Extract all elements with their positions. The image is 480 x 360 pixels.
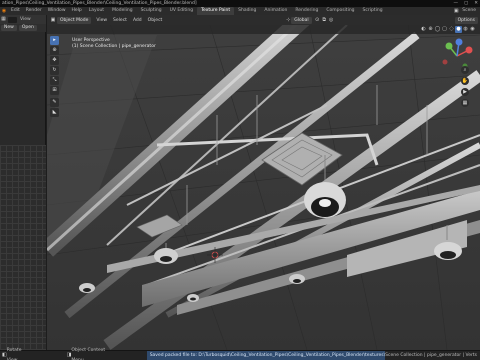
menu-window[interactable]: Window (45, 7, 69, 15)
select-menu[interactable]: Select (110, 16, 130, 25)
tab-shading[interactable]: Shading (234, 7, 260, 15)
workspace-tab-bar: ◉ Edit Render Window Help Layout Modelin… (0, 7, 480, 15)
options-dropdown[interactable]: Options (454, 16, 479, 24)
overlay-toggle-icon[interactable]: ◯ (434, 26, 441, 33)
navigation-gizmo[interactable] (437, 36, 477, 76)
navigation-buttons: ⌕ ✋ ▶ ▦ (461, 66, 469, 110)
scene-selector[interactable]: Scene (459, 7, 480, 15)
image-editor-toolbar: New Open (0, 24, 46, 32)
rotate-tool[interactable]: ↻ (50, 66, 59, 75)
menu-render[interactable]: Render (23, 7, 45, 15)
tab-layout[interactable]: Layout (85, 7, 108, 15)
viewport-scene (47, 15, 480, 350)
transform-tool[interactable]: ⊞ (50, 86, 59, 95)
minimize-button[interactable]: — (453, 0, 458, 7)
tab-uv-editing[interactable]: UV Editing (166, 7, 197, 15)
camera-view-icon[interactable]: ▶ (461, 88, 469, 96)
add-menu[interactable]: Add (130, 16, 145, 25)
status-left-hint: Rotate View (6, 347, 22, 360)
object-menu[interactable]: Object (145, 16, 166, 25)
cursor-tool[interactable]: ⊕ (50, 46, 59, 55)
tab-compositing[interactable]: Compositing (322, 7, 358, 15)
new-image-button[interactable]: New (1, 25, 17, 31)
window-titlebar: ation_Pipes\Ceiling_Ventilation_Pipes_Bl… (0, 0, 480, 7)
tab-modeling[interactable]: Modeling (108, 7, 136, 15)
visibility-icon[interactable]: ◐ (420, 26, 427, 33)
image-editor-header: ▦ View (0, 15, 46, 24)
solid-shading-icon[interactable]: ● (455, 26, 462, 33)
wireframe-shading-icon[interactable]: ◌ (448, 26, 455, 33)
image-editor-view-menu[interactable]: View (17, 15, 34, 24)
close-button[interactable]: ✕ (474, 0, 478, 7)
uv-grid[interactable] (0, 145, 46, 350)
collection-label: (1) Scene Collection | pipe_generator (72, 44, 156, 49)
material-shading-icon[interactable]: ◍ (462, 26, 469, 33)
xray-toggle-icon[interactable]: ▢ (441, 26, 448, 33)
window-title: ation_Pipes\Ceiling_Ventilation_Pipes_Bl… (2, 1, 197, 6)
viewport-subheader: ◐ ⊕ ◯ ▢ ◌ ● ◍ ◉ (47, 25, 480, 34)
editor-type-icon[interactable]: ▦ (0, 16, 7, 23)
tab-texture-paint[interactable]: Texture Paint (197, 7, 235, 15)
gizmo-toggle-icon[interactable]: ⊕ (427, 26, 434, 33)
scale-tool[interactable]: ⤡ (50, 76, 59, 85)
image-mode-dropdown[interactable] (8, 16, 17, 23)
blender-logo-icon[interactable]: ◉ (0, 8, 8, 15)
tab-sculpting[interactable]: Sculpting (137, 7, 166, 15)
perspective-toggle-icon[interactable]: ▦ (461, 99, 469, 107)
status-middle-hint: Object Context Menu (71, 347, 106, 360)
measure-tool[interactable]: ◣ (50, 108, 59, 117)
maximize-button[interactable]: ▢ (464, 0, 468, 7)
zoom-icon[interactable]: ⌕ (461, 66, 469, 74)
tab-rendering[interactable]: Rendering (291, 7, 322, 15)
tab-scripting[interactable]: Scripting (359, 7, 387, 15)
menu-help[interactable]: Help (69, 7, 85, 15)
select-box-tool[interactable]: ▸ (50, 36, 59, 45)
pivot-icon[interactable]: ⊙ (314, 17, 321, 24)
status-info-message: Saved packed file to: D:\Turbosquid\Ceil… (146, 350, 386, 360)
viewport-header: ▣ Object Mode View Select Add Object ⊹ G… (47, 15, 480, 25)
move-tool[interactable]: ✥ (50, 56, 59, 65)
3d-viewport[interactable] (47, 15, 480, 350)
viewport-info: User Perspective (1) Scene Collection | … (72, 38, 156, 50)
status-bar: ◧ Rotate View ◨ Object Context Menu Save… (0, 348, 480, 360)
viewport-toolbar: ▸ ⊕ ✥ ↻ ⤡ ⊞ ✎ ◣ (50, 36, 60, 118)
snap-icon[interactable]: ⧉ (321, 17, 328, 24)
tab-animation[interactable]: Animation (260, 7, 291, 15)
proportional-edit-icon[interactable]: ◎ (328, 17, 335, 24)
view-menu[interactable]: View (93, 16, 110, 25)
editor-type-icon[interactable]: ▣ (49, 17, 57, 24)
menu-edit[interactable]: Edit (8, 7, 23, 15)
status-right-info: Scene Collection | pipe_generator | Vert… (385, 352, 477, 358)
rendered-shading-icon[interactable]: ◉ (469, 26, 476, 33)
transform-orientation-dropdown[interactable]: Global (291, 16, 312, 24)
annotate-tool[interactable]: ✎ (50, 98, 59, 107)
pan-hand-icon[interactable]: ✋ (461, 77, 469, 85)
object-mode-dropdown[interactable]: Object Mode (57, 16, 92, 24)
open-image-button[interactable]: Open (18, 25, 37, 31)
